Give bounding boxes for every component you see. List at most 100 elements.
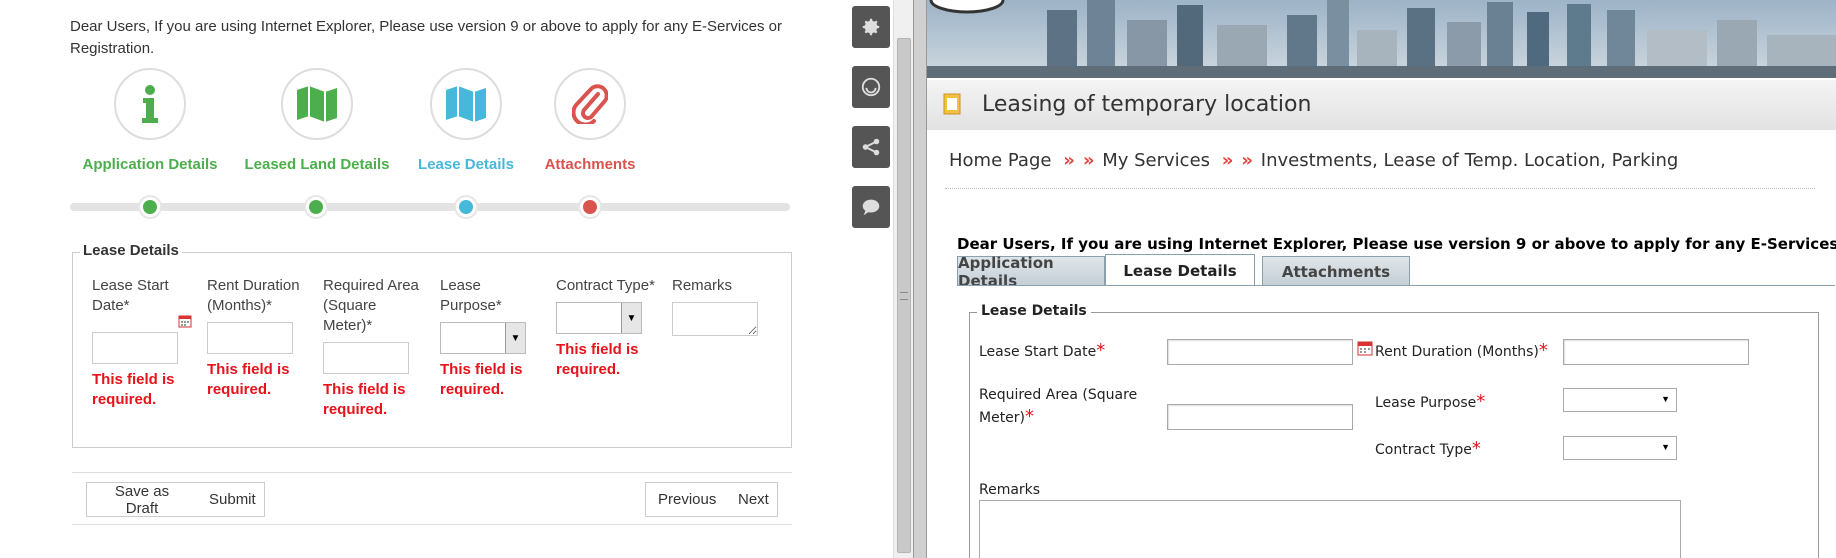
ie-notice: Dear Users, If you are using Internet Ex… (70, 18, 783, 57)
breadcrumb-separator: » (1082, 150, 1094, 171)
lease-start-col: Lease Start Date* This field is required… (92, 276, 202, 410)
tab-attachments[interactable]: Attachments (1262, 256, 1410, 286)
rent-duration-text: Rent Duration (Months) (1375, 344, 1539, 360)
page-title: Leasing of temporary location (982, 92, 1312, 117)
lease-purpose-select[interactable]: ▼ (1563, 388, 1677, 412)
lease-start-text: Lease Start Date (979, 344, 1097, 360)
lease-purpose-error: This field is required. (440, 361, 523, 398)
contract-type-label: Contract Type* (1375, 438, 1481, 461)
required-area-col: Required Area (Square Meter)* This field… (323, 276, 433, 420)
remarks-label: Remarks (672, 277, 733, 294)
rent-duration-label: Rent Duration (Months)* (207, 277, 300, 314)
required-area-label: Required Area (Square Meter)* (979, 385, 1159, 429)
remarks-label: Remarks (979, 482, 1041, 498)
progress-track (70, 203, 790, 211)
lease-start-input[interactable] (1167, 339, 1353, 365)
rent-duration-input[interactable] (207, 322, 293, 354)
step-dot-attachments (580, 197, 600, 217)
left-pane: Dear Users, If you are using Internet Ex… (0, 0, 850, 558)
fieldset-legend: Lease Details (977, 303, 1091, 319)
divider (72, 524, 792, 525)
next-button[interactable]: Next (726, 482, 778, 517)
required-mark: * (1476, 391, 1486, 412)
calendar-icon[interactable] (1357, 340, 1373, 356)
lease-start-input[interactable] (92, 332, 178, 364)
vertical-scrollbar[interactable] (893, 0, 913, 558)
lease-purpose-select[interactable]: ▼ (440, 322, 526, 354)
step-dot-application (140, 197, 160, 217)
required-mark: * (1096, 340, 1106, 361)
lease-start-label: Lease Start Date* (92, 277, 169, 314)
breadcrumb-divider (945, 188, 1815, 189)
ie-notice: Dear Users, If you are using Internet Ex… (957, 235, 1836, 253)
tab-application-details[interactable]: Application Details (957, 254, 1105, 290)
step-dot-leased-land (306, 197, 326, 217)
fieldset-legend: Lease Details (80, 242, 182, 259)
breadcrumb-current: Investments, Lease of Temp. Location, Pa… (1260, 150, 1679, 171)
tab-underline (957, 285, 1835, 286)
paperclip-icon (554, 68, 626, 140)
step-label: Attachments (544, 156, 636, 173)
step-attachments[interactable]: Attachments (490, 68, 690, 173)
step-dot-lease (456, 197, 476, 217)
required-area-input[interactable] (1167, 404, 1353, 430)
share-tool[interactable] (852, 126, 890, 168)
document-icon (943, 93, 961, 115)
breadcrumb-my-services[interactable]: My Services (1102, 150, 1210, 171)
contract-type-select[interactable]: ▼ (556, 302, 642, 334)
calendar-icon[interactable] (178, 314, 192, 328)
map-icon (281, 68, 353, 140)
chat-tool[interactable] (852, 186, 890, 228)
breadcrumb-separator: » (1221, 150, 1233, 171)
smiley-icon (861, 77, 881, 97)
remarks-col: Remarks (672, 276, 782, 341)
required-mark: * (1025, 406, 1035, 427)
breadcrumb-separator: » (1241, 150, 1252, 171)
info-icon (114, 68, 186, 140)
required-area-label: Required Area (Square Meter)* (323, 277, 419, 334)
required-area-input[interactable] (323, 342, 409, 374)
city-banner (927, 0, 1836, 78)
gear-icon (862, 18, 880, 36)
remarks-textarea[interactable] (672, 302, 758, 336)
chevron-down-icon: ▼ (1661, 394, 1670, 404)
divider (72, 472, 792, 473)
submit-button[interactable]: Submit (197, 482, 265, 517)
chevron-down-icon: ▼ (505, 323, 525, 353)
breadcrumb-home[interactable]: Home Page (949, 150, 1051, 171)
lease-purpose-col: Lease Purpose* ▼ This field is required. (440, 276, 550, 400)
lease-purpose-label: Lease Purpose* (1375, 391, 1485, 414)
lease-purpose-text: Lease Purpose (1375, 395, 1477, 411)
contract-type-label: Contract Type* (556, 277, 655, 294)
pane-splitter[interactable] (913, 0, 927, 558)
contract-type-col: Contract Type* ▼ This field is required. (556, 276, 666, 380)
share-icon (862, 138, 880, 156)
contract-type-text: Contract Type (1375, 442, 1472, 458)
tab-lease-details[interactable]: Lease Details (1105, 254, 1255, 286)
chevron-down-icon: ▼ (621, 303, 641, 333)
required-mark: * (1471, 438, 1481, 459)
page-title-bar: Leasing of temporary location (927, 80, 1836, 130)
chat-icon (862, 199, 880, 216)
feedback-tool[interactable] (852, 66, 890, 108)
scrollbar-grip (900, 292, 908, 300)
skyline-image (927, 0, 1836, 78)
breadcrumb: Home Page » » My Services » » Investments,… (949, 150, 1678, 171)
lease-start-label: Lease Start Date* (979, 340, 1105, 363)
required-area-text: Required Area (Square Meter) (979, 387, 1138, 426)
right-pane: Leasing of temporary location Home Page … (927, 0, 1836, 558)
rent-duration-label: Rent Duration (Months)* (1375, 340, 1548, 363)
required-mark: * (1538, 340, 1548, 361)
rent-duration-error: This field is required. (207, 361, 290, 398)
rent-duration-col: Rent Duration (Months)* This field is re… (207, 276, 317, 400)
rent-duration-input[interactable] (1563, 339, 1749, 365)
required-area-error: This field is required. (323, 381, 406, 418)
lease-start-error: This field is required. (92, 371, 175, 408)
previous-button[interactable]: Previous (645, 482, 727, 517)
contract-type-select[interactable]: ▼ (1563, 436, 1677, 460)
settings-tool[interactable] (852, 6, 890, 48)
remarks-textarea[interactable] (979, 500, 1681, 558)
save-as-draft-button[interactable]: Save as Draft (86, 482, 198, 517)
chevron-down-icon: ▼ (1661, 442, 1670, 452)
lease-purpose-label: Lease Purpose* (440, 277, 502, 314)
